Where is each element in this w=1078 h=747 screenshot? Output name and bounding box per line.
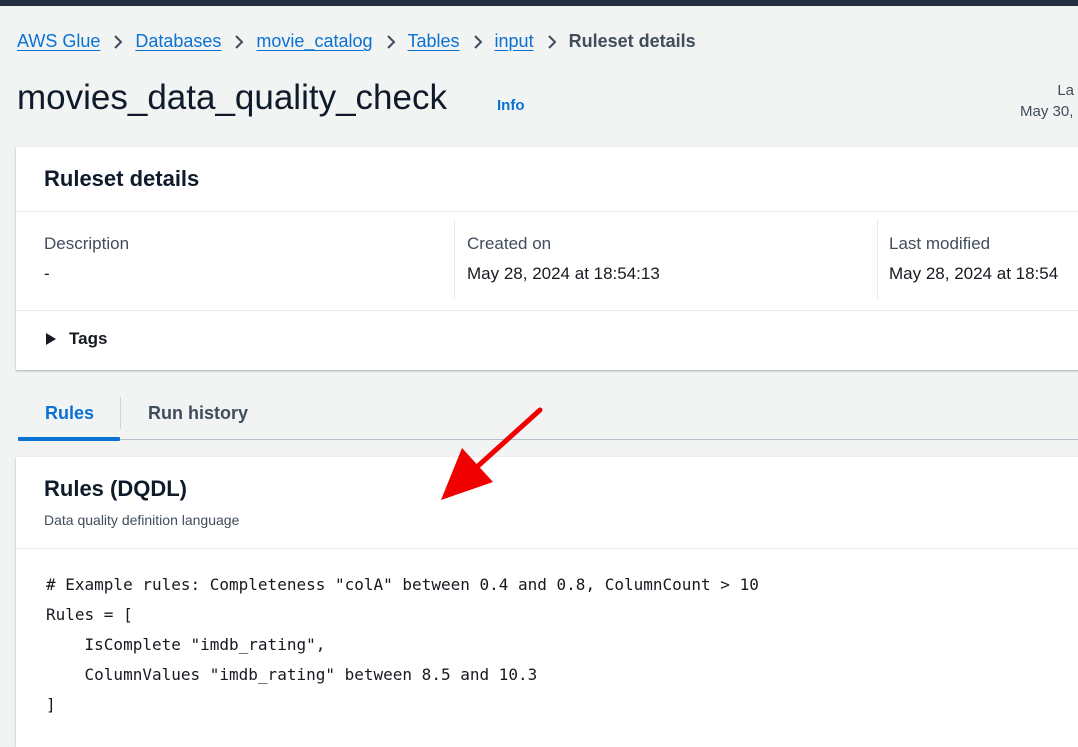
- created-on-label: Created on: [467, 234, 552, 253]
- code-line: ]: [46, 695, 56, 714]
- chevron-right-icon: [234, 34, 244, 50]
- description-label: Description: [44, 234, 130, 253]
- code-line: IsComplete "imdb_rating",: [46, 635, 326, 654]
- code-line: # Example rules: Completeness "colA" bet…: [46, 575, 759, 594]
- ruleset-details-title: Ruleset details: [44, 166, 200, 191]
- column-divider: [454, 219, 455, 299]
- last-run-date: May 30,: [1020, 103, 1074, 120]
- description-value: -: [44, 264, 50, 283]
- last-modified-label: Last modified: [889, 234, 991, 253]
- page-title: movies_data_quality_check: [17, 78, 447, 117]
- column-divider: [877, 219, 878, 299]
- breadcrumb: AWS Glue Databases movie_catalog Tables …: [17, 31, 696, 52]
- tab-divider: [120, 397, 121, 429]
- ruleset-details-card: Ruleset details Description - Created on…: [16, 147, 1078, 370]
- info-link[interactable]: Info: [497, 97, 525, 114]
- breadcrumb-databases[interactable]: Databases: [135, 31, 221, 52]
- breadcrumb-input[interactable]: input: [495, 31, 534, 52]
- tabs-bar: Rules Run history: [18, 385, 1078, 441]
- chevron-right-icon: [547, 34, 557, 50]
- breadcrumb-current: Ruleset details: [568, 31, 696, 51]
- rules-header: Rules (DQDL) Data quality definition lan…: [16, 457, 1078, 549]
- dqdl-code-block[interactable]: # Example rules: Completeness "colA" bet…: [46, 570, 759, 720]
- chevron-right-icon: [113, 34, 123, 50]
- top-navigation-bar: [0, 0, 1078, 6]
- code-line: ColumnValues "imdb_rating" between 8.5 a…: [46, 665, 538, 684]
- tab-rules[interactable]: Rules: [45, 403, 94, 424]
- rules-card: Rules (DQDL) Data quality definition lan…: [16, 457, 1078, 747]
- active-tab-indicator: [18, 437, 120, 441]
- breadcrumb-tables[interactable]: Tables: [408, 31, 460, 52]
- tab-run-history[interactable]: Run history: [148, 403, 248, 424]
- code-line: Rules = [: [46, 605, 133, 624]
- tags-expander[interactable]: Tags: [44, 329, 107, 349]
- breadcrumb-aws-glue[interactable]: AWS Glue: [17, 31, 100, 52]
- rules-title: Rules (DQDL): [44, 476, 187, 501]
- tags-label: Tags: [69, 329, 108, 348]
- created-on-value: May 28, 2024 at 18:54:13: [467, 264, 660, 283]
- caret-right-icon: [44, 332, 69, 346]
- breadcrumb-movie-catalog[interactable]: movie_catalog: [256, 31, 372, 52]
- last-modified-value: May 28, 2024 at 18:54: [889, 264, 1059, 283]
- chevron-right-icon: [386, 34, 396, 50]
- last-run-label: La: [1057, 82, 1074, 99]
- details-separator: [16, 310, 1078, 311]
- ruleset-details-header: Ruleset details: [16, 147, 1078, 212]
- chevron-right-icon: [473, 34, 483, 50]
- rules-subtitle: Data quality definition language: [44, 512, 240, 528]
